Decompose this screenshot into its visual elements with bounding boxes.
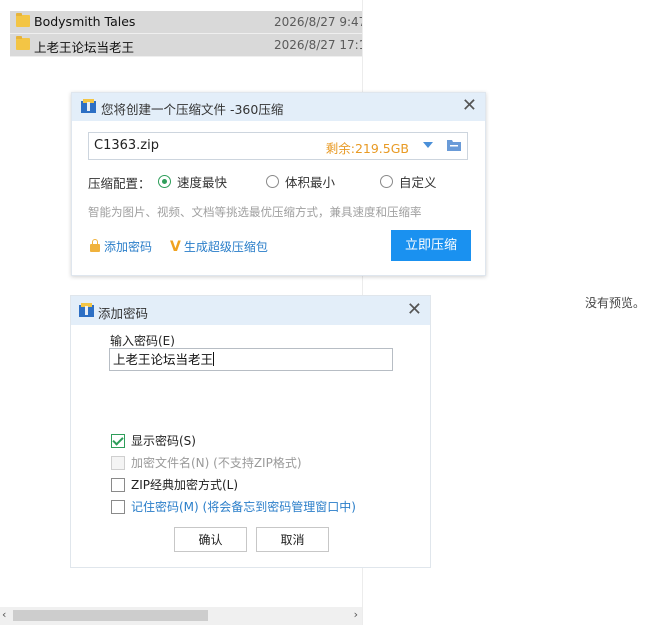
- add-password-dialog: 添加密码 ✕ 输入密码(E) 上老王论坛当老王 显示密码(S) 加密文件名(N)…: [70, 295, 431, 568]
- scrollbar-thumb[interactable]: [13, 610, 208, 621]
- radio-circle[interactable]: [266, 175, 279, 188]
- checkbox-label: 加密文件名(N) (不支持ZIP格式): [131, 456, 302, 470]
- checkbox-box[interactable]: [111, 477, 125, 492]
- chevron-down-icon[interactable]: [423, 142, 433, 148]
- add-password-label: 添加密码: [104, 240, 153, 254]
- checkbox-label: 显示密码(S): [131, 434, 196, 448]
- lock-icon: [90, 239, 100, 252]
- radio-label: 自定义: [399, 175, 437, 190]
- ok-button[interactable]: 确认: [174, 527, 247, 552]
- scroll-left-arrow-icon[interactable]: ‹: [2, 608, 6, 621]
- encrypt-filename-checkbox: 加密文件名(N) (不支持ZIP格式): [111, 454, 302, 470]
- text-cursor: [213, 352, 215, 366]
- folder-icon: [16, 36, 30, 50]
- checkbox-box[interactable]: [111, 433, 125, 448]
- cancel-button[interactable]: 取消: [256, 527, 329, 552]
- horizontal-scrollbar[interactable]: ‹ ›: [0, 607, 362, 625]
- file-name: Bodysmith Tales: [34, 14, 136, 29]
- radio-circle[interactable]: [380, 175, 393, 188]
- close-icon[interactable]: ✕: [407, 300, 422, 320]
- checkbox-box: [111, 455, 125, 470]
- file-list: Bodysmith Tales 2026/8/27 9:47 上老王论坛当老王 …: [10, 11, 362, 57]
- dialog-title: 添加密码: [98, 306, 149, 321]
- super-pack-link[interactable]: V 生成超级压缩包: [170, 238, 268, 255]
- file-date: 2026/8/27 9:47: [274, 15, 362, 29]
- checkbox-label: ZIP经典加密方式(L): [131, 478, 239, 492]
- radio-circle[interactable]: [158, 175, 171, 188]
- compress-hint: 智能为图片、视频、文档等挑选最优压缩方式，兼具速度和压缩率: [88, 205, 422, 219]
- preview-placeholder: 没有预览。: [584, 296, 645, 310]
- radio-label: 速度最快: [177, 175, 228, 190]
- password-input[interactable]: 上老王论坛当老王: [109, 348, 393, 371]
- radio-fastest[interactable]: 速度最快: [158, 172, 228, 190]
- archive-name-field[interactable]: C1363.zip 剩余:219.5GB: [88, 132, 468, 160]
- archive-name-value[interactable]: C1363.zip: [94, 138, 159, 153]
- password-value: 上老王论坛当老王: [113, 352, 214, 367]
- file-name: 上老王论坛当老王: [34, 40, 135, 55]
- password-input-label: 输入密码(E): [110, 334, 175, 348]
- file-row[interactable]: Bodysmith Tales 2026/8/27 9:47: [10, 11, 362, 34]
- compress-now-button[interactable]: 立即压缩: [391, 230, 471, 261]
- file-date: 2026/8/27 17:13: [274, 38, 362, 52]
- close-icon[interactable]: ✕: [462, 96, 477, 116]
- vip-v-icon: V: [170, 239, 181, 255]
- radio-custom[interactable]: 自定义: [380, 172, 437, 190]
- super-pack-label: 生成超级压缩包: [183, 240, 268, 254]
- compress-dialog: 您将创建一个压缩文件 -360压缩 ✕ C1363.zip 剩余:219.5GB…: [71, 92, 486, 276]
- add-password-link[interactable]: 添加密码: [90, 238, 152, 255]
- checkbox-box[interactable]: [111, 499, 125, 514]
- file-row[interactable]: 上老王论坛当老王 2026/8/27 17:13: [10, 34, 362, 57]
- folder-browse-icon[interactable]: [447, 139, 461, 151]
- zip-classic-encryption-checkbox[interactable]: ZIP经典加密方式(L): [111, 476, 238, 492]
- radio-smallest[interactable]: 体积最小: [266, 172, 336, 190]
- checkbox-label: 记住密码(M) (将会备忘到密码管理窗口中): [131, 500, 356, 514]
- radio-label: 体积最小: [285, 175, 336, 190]
- folder-icon: [16, 13, 30, 27]
- dialog-titlebar[interactable]: 您将创建一个压缩文件 -360压缩 ✕: [72, 93, 485, 121]
- dialog-title: 您将创建一个压缩文件 -360压缩: [101, 102, 284, 117]
- scroll-right-arrow-icon[interactable]: ›: [354, 608, 358, 621]
- show-password-checkbox[interactable]: 显示密码(S): [111, 432, 196, 448]
- archive-app-icon: [81, 99, 96, 113]
- remaining-space: 剩余:219.5GB: [325, 141, 409, 156]
- compress-config-label: 压缩配置：: [88, 176, 151, 191]
- remember-password-checkbox[interactable]: 记住密码(M) (将会备忘到密码管理窗口中): [111, 498, 356, 514]
- dialog-titlebar[interactable]: 添加密码 ✕: [71, 296, 430, 325]
- archive-app-icon: [79, 303, 94, 317]
